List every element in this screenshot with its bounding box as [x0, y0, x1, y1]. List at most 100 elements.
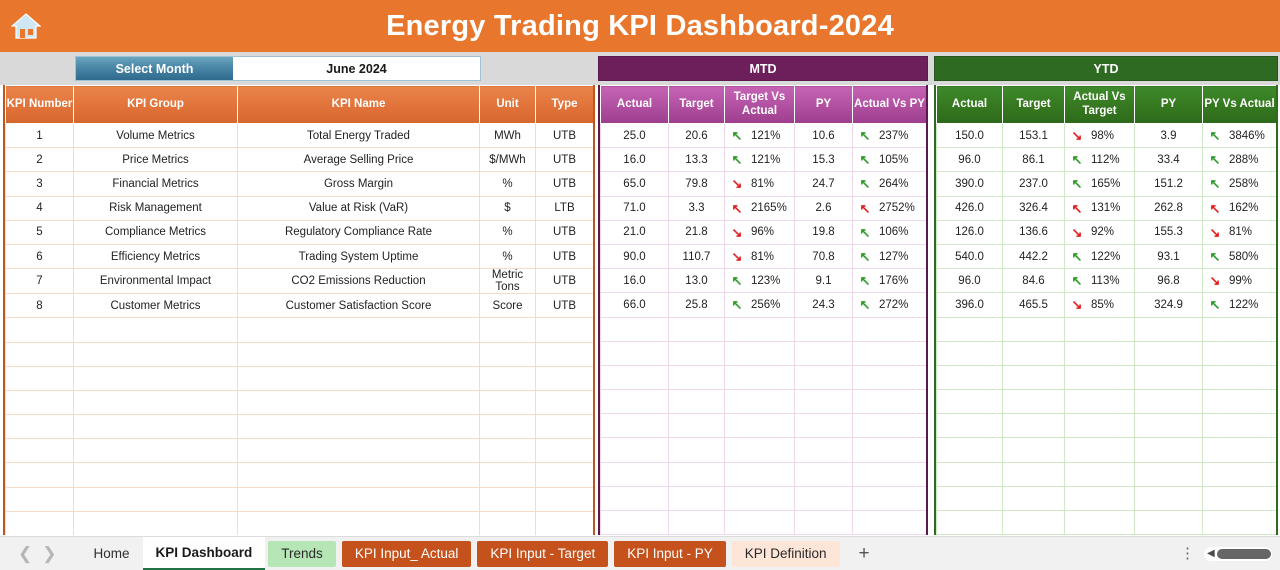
variance-cell[interactable]: ↖ 176%	[852, 268, 926, 294]
table-row[interactable]: 96.0 86.1 ↖ 112% 33.4 ↖ 288%	[936, 147, 1276, 173]
table-cell[interactable]	[668, 413, 725, 439]
table-cell[interactable]	[936, 413, 1003, 439]
variance-cell[interactable]: ↘ 99%	[1202, 268, 1276, 294]
variance-cell[interactable]	[1064, 364, 1135, 391]
table-row[interactable]: 2 Price Metrics Average Selling Price $/MWh…	[5, 147, 593, 173]
table-cell[interactable]: Compliance Metrics	[73, 219, 238, 245]
variance-cell[interactable]	[1202, 509, 1276, 535]
table-row[interactable]: 5 Compliance Metrics Regulatory Compliance…	[5, 219, 593, 245]
table-cell[interactable]	[600, 389, 669, 415]
table-cell[interactable]	[668, 509, 725, 535]
table-row[interactable]	[600, 389, 926, 415]
table-row[interactable]	[5, 486, 593, 512]
table-row[interactable]	[936, 413, 1276, 439]
variance-cell[interactable]: ↘ 81%	[1202, 219, 1276, 245]
table-row[interactable]: 90.0 110.7 ↘ 81% 70.8 ↖ 127%	[600, 243, 926, 270]
table-cell[interactable]	[479, 462, 536, 488]
table-cell[interactable]: 150.0	[936, 122, 1003, 149]
table-cell[interactable]: 110.7	[668, 243, 725, 270]
table-cell[interactable]	[73, 365, 238, 391]
table-cell[interactable]	[794, 485, 853, 512]
table-row[interactable]	[600, 364, 926, 391]
table-cell[interactable]	[237, 486, 480, 512]
table-cell[interactable]	[936, 340, 1003, 366]
table-row[interactable]	[936, 461, 1276, 487]
table-cell[interactable]	[5, 510, 74, 535]
table-cell[interactable]: Volume Metrics	[73, 122, 238, 149]
sheet-tab-kpi-definition[interactable]: KPI Definition	[731, 540, 840, 567]
table-cell[interactable]: Trading System Uptime	[237, 243, 480, 270]
table-cell[interactable]	[1002, 437, 1065, 463]
table-row[interactable]	[5, 389, 593, 416]
column-header-actual-vs-target[interactable]: Actual Vs Target	[1064, 85, 1135, 124]
table-cell[interactable]	[237, 462, 480, 488]
column-header-target-vs-actual[interactable]: Target Vs Actual	[724, 85, 795, 124]
variance-cell[interactable]: ↖ 2165%	[724, 195, 795, 221]
variance-cell[interactable]: ↖ 123%	[724, 268, 795, 294]
table-cell[interactable]: 10.6	[794, 122, 853, 149]
variance-cell[interactable]	[1064, 340, 1135, 366]
variance-cell[interactable]: ↖ 121%	[724, 122, 795, 149]
table-cell[interactable]	[237, 438, 480, 464]
table-cell[interactable]	[936, 437, 1003, 463]
variance-cell[interactable]: ↖ 258%	[1202, 171, 1276, 197]
table-row[interactable]: 4 Risk Management Value at Risk (VaR) $ LTB	[5, 195, 593, 221]
table-cell[interactable]: 396.0	[936, 292, 1003, 318]
table-row[interactable]	[600, 316, 926, 342]
table-cell[interactable]	[73, 341, 238, 367]
variance-cell[interactable]	[1064, 316, 1135, 342]
table-row[interactable]	[5, 365, 593, 391]
column-header-unit[interactable]: Unit	[479, 85, 536, 124]
variance-cell[interactable]	[724, 461, 795, 487]
table-cell[interactable]	[668, 389, 725, 415]
table-cell[interactable]	[73, 389, 238, 416]
table-row[interactable]	[936, 509, 1276, 535]
table-cell[interactable]: 3	[5, 171, 74, 197]
variance-cell[interactable]	[852, 364, 926, 391]
table-row[interactable]: 396.0 465.5 ↘ 85% 324.9 ↖ 122%	[936, 292, 1276, 318]
table-cell[interactable]	[794, 316, 853, 342]
table-cell[interactable]	[1002, 413, 1065, 439]
table-cell[interactable]	[237, 365, 480, 391]
table-cell[interactable]	[1134, 316, 1203, 342]
table-cell[interactable]: 96.8	[1134, 268, 1203, 294]
table-cell[interactable]	[5, 341, 74, 367]
table-cell[interactable]	[1002, 485, 1065, 512]
table-cell[interactable]: 2.6	[794, 195, 853, 221]
column-header-py-vs-actual[interactable]: PY Vs Actual	[1202, 85, 1276, 124]
table-cell[interactable]	[1002, 340, 1065, 366]
table-row[interactable]	[600, 413, 926, 439]
table-cell[interactable]: UTB	[535, 293, 593, 319]
variance-cell[interactable]	[724, 509, 795, 535]
table-cell[interactable]: 24.7	[794, 171, 853, 197]
table-cell[interactable]	[5, 389, 74, 416]
table-cell[interactable]: 426.0	[936, 195, 1003, 221]
table-cell[interactable]	[479, 365, 536, 391]
sheet-tab-trends[interactable]: Trends	[268, 540, 336, 567]
scroll-left-icon[interactable]: ◀	[1207, 548, 1215, 559]
variance-cell[interactable]: ↖ 122%	[1202, 292, 1276, 318]
table-cell[interactable]: 86.1	[1002, 147, 1065, 173]
table-cell[interactable]	[5, 462, 74, 488]
table-cell[interactable]: Metric Tons	[479, 268, 536, 295]
variance-cell[interactable]	[1202, 485, 1276, 512]
variance-cell[interactable]: ↖ 112%	[1064, 147, 1135, 173]
column-header-type[interactable]: Type	[535, 85, 593, 124]
table-cell[interactable]	[535, 365, 593, 391]
variance-cell[interactable]	[1202, 364, 1276, 391]
table-cell[interactable]: 153.1	[1002, 122, 1065, 149]
table-cell[interactable]	[73, 414, 238, 440]
variance-cell[interactable]: ↖ 106%	[852, 219, 926, 245]
table-cell[interactable]: 136.6	[1002, 219, 1065, 245]
table-row[interactable]: 16.0 13.3 ↖ 121% 15.3 ↖ 105%	[600, 147, 926, 173]
table-cell[interactable]	[73, 462, 238, 488]
variance-cell[interactable]: ↖ 105%	[852, 147, 926, 173]
table-cell[interactable]: UTB	[535, 122, 593, 149]
table-cell[interactable]	[73, 510, 238, 535]
table-row[interactable]	[600, 340, 926, 366]
variance-cell[interactable]	[852, 437, 926, 463]
table-cell[interactable]	[600, 364, 669, 391]
table-cell[interactable]	[479, 414, 536, 440]
table-cell[interactable]	[600, 485, 669, 512]
table-cell[interactable]	[237, 317, 480, 343]
